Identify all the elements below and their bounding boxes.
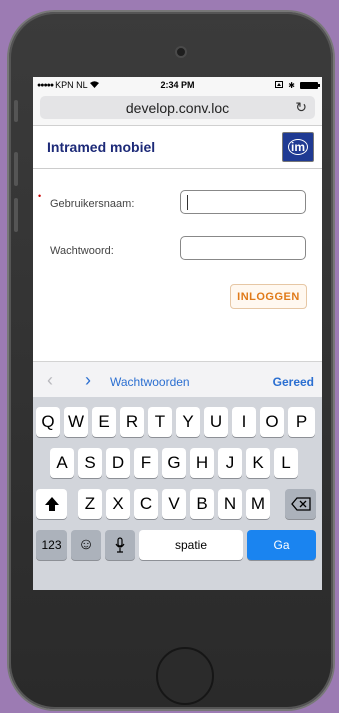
- home-button[interactable]: [156, 647, 214, 705]
- emoji-key[interactable]: ☺: [71, 530, 101, 560]
- volume-up-button: [14, 152, 18, 186]
- key-l[interactable]: L: [274, 448, 298, 478]
- app-title: Intramed mobiel: [47, 139, 156, 155]
- status-time: 2:34 PM: [160, 80, 195, 90]
- address-bar[interactable]: develop.conv.loc ↻: [40, 96, 315, 119]
- front-camera: [175, 46, 187, 58]
- url-text: develop.conv.loc: [125, 99, 230, 116]
- username-field[interactable]: [180, 190, 306, 214]
- device-screen: ●●●●● KPN NL 2:34 PM ✱ develop.conv.loc …: [33, 77, 322, 590]
- dictation-key[interactable]: [105, 530, 135, 560]
- key-e[interactable]: E: [92, 407, 116, 437]
- key-p[interactable]: P: [288, 407, 315, 437]
- previous-field-icon[interactable]: ‹: [47, 370, 53, 391]
- key-d[interactable]: D: [106, 448, 130, 478]
- browser-toolbar: develop.conv.loc ↻: [33, 93, 322, 126]
- mute-switch: [14, 100, 18, 122]
- key-o[interactable]: O: [260, 407, 284, 437]
- key-r[interactable]: R: [120, 407, 144, 437]
- key-b[interactable]: B: [190, 489, 214, 519]
- key-a[interactable]: A: [50, 448, 74, 478]
- key-n[interactable]: N: [218, 489, 242, 519]
- app-header: Intramed mobiel im: [33, 126, 322, 169]
- battery-icon: [300, 81, 320, 89]
- passwords-link[interactable]: Wachtwoorden: [110, 375, 190, 389]
- intramed-logo: im: [282, 132, 314, 162]
- key-h[interactable]: H: [190, 448, 214, 478]
- required-marker: •: [38, 191, 42, 201]
- key-j[interactable]: J: [218, 448, 242, 478]
- reload-icon[interactable]: ↻: [295, 99, 307, 116]
- key-k[interactable]: K: [246, 448, 270, 478]
- key-x[interactable]: X: [106, 489, 130, 519]
- microphone-icon: [115, 537, 125, 553]
- login-form: • Gebruikersnaam: Wachtwoord: INLOGGEN: [33, 169, 322, 361]
- username-label: Gebruikersnaam:: [50, 198, 135, 210]
- key-q[interactable]: Q: [36, 407, 60, 437]
- key-m[interactable]: M: [246, 489, 270, 519]
- shift-arrow-icon: [44, 497, 59, 511]
- go-key[interactable]: Ga: [247, 530, 316, 560]
- logo-text: im: [287, 139, 308, 155]
- status-bar: ●●●●● KPN NL 2:34 PM ✱: [33, 77, 322, 93]
- on-screen-keyboard: Q W E R T Y U I O P A S D F G H J K L Z …: [33, 397, 322, 590]
- password-label: Wachtwoord:: [50, 245, 114, 257]
- login-button[interactable]: INLOGGEN: [230, 284, 307, 309]
- key-z[interactable]: Z: [78, 489, 102, 519]
- done-button[interactable]: Gereed: [273, 375, 314, 389]
- backspace-icon: [290, 497, 311, 511]
- password-field[interactable]: [180, 236, 306, 260]
- emoji-icon: ☺: [77, 536, 95, 553]
- key-y[interactable]: Y: [176, 407, 200, 437]
- key-w[interactable]: W: [64, 407, 88, 437]
- key-g[interactable]: G: [162, 448, 186, 478]
- text-cursor: [187, 195, 188, 210]
- shift-key[interactable]: [36, 489, 67, 519]
- key-f[interactable]: F: [134, 448, 158, 478]
- key-c[interactable]: C: [134, 489, 158, 519]
- key-v[interactable]: V: [162, 489, 186, 519]
- backspace-key[interactable]: [285, 489, 316, 519]
- next-field-icon[interactable]: ›: [85, 370, 91, 391]
- space-key[interactable]: spatie: [139, 530, 243, 560]
- key-s[interactable]: S: [78, 448, 102, 478]
- volume-down-button: [14, 198, 18, 232]
- keyboard-accessory-bar: ‹ › Wachtwoorden Gereed: [33, 361, 322, 400]
- key-i[interactable]: I: [232, 407, 256, 437]
- key-t[interactable]: T: [148, 407, 172, 437]
- numbers-key[interactable]: 123: [36, 530, 67, 560]
- key-u[interactable]: U: [204, 407, 228, 437]
